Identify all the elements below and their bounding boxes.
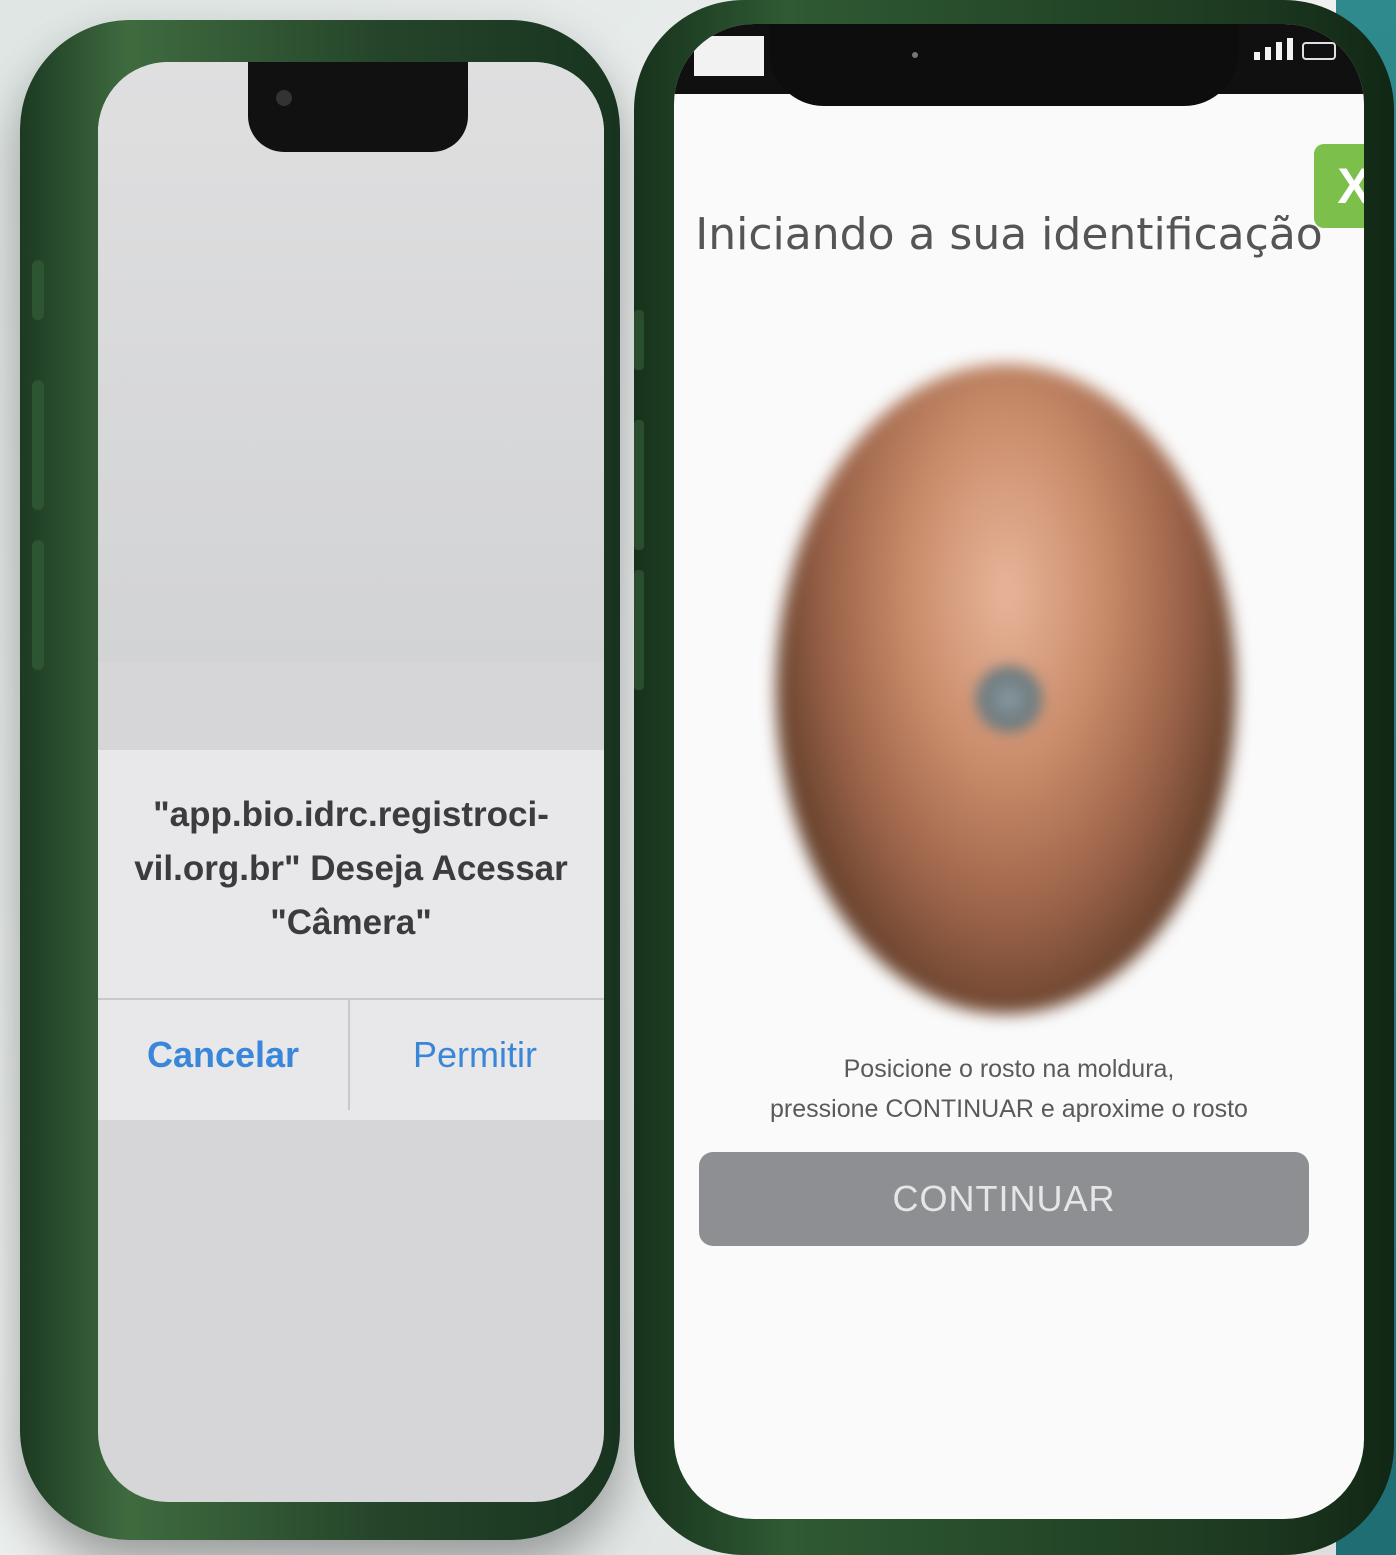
dialog-message: "app.bio.idrc.registroci- vil.org.br" De… [134, 795, 568, 942]
face-focus-point [974, 664, 1044, 734]
mute-switch [634, 310, 644, 370]
cancel-button[interactable]: Cancelar [98, 1000, 348, 1110]
volume-up-button [32, 380, 44, 510]
volume-up-button [634, 420, 644, 550]
instructions-text: Posicione o rosto na moldura, pressione … [770, 1055, 1248, 1123]
allow-button[interactable]: Permitir [350, 1000, 600, 1110]
notch [769, 24, 1239, 106]
page-title: Iniciando a sua identificação [695, 209, 1323, 260]
mute-switch [32, 260, 44, 320]
volume-down-button [32, 540, 44, 670]
notch [248, 62, 468, 152]
left-screen: "app.bio.idrc.registroci- vil.org.br" De… [98, 62, 604, 1502]
right-phone: X Iniciando a sua identificação Posicion… [634, 0, 1394, 1555]
signal-icon [1254, 38, 1293, 60]
status-time-area [694, 36, 764, 76]
continue-button[interactable]: CONTINUAR [699, 1152, 1309, 1246]
camera-permission-dialog: "app.bio.idrc.registroci- vil.org.br" De… [98, 750, 604, 1120]
left-phone: "app.bio.idrc.registroci- vil.org.br" De… [20, 20, 620, 1540]
camera-icon [276, 90, 292, 106]
camera-icon [912, 52, 918, 58]
battery-icon [1302, 42, 1336, 60]
right-screen: X Iniciando a sua identificação Posicion… [674, 24, 1364, 1519]
volume-down-button [634, 570, 644, 690]
blurred-background [98, 62, 604, 662]
